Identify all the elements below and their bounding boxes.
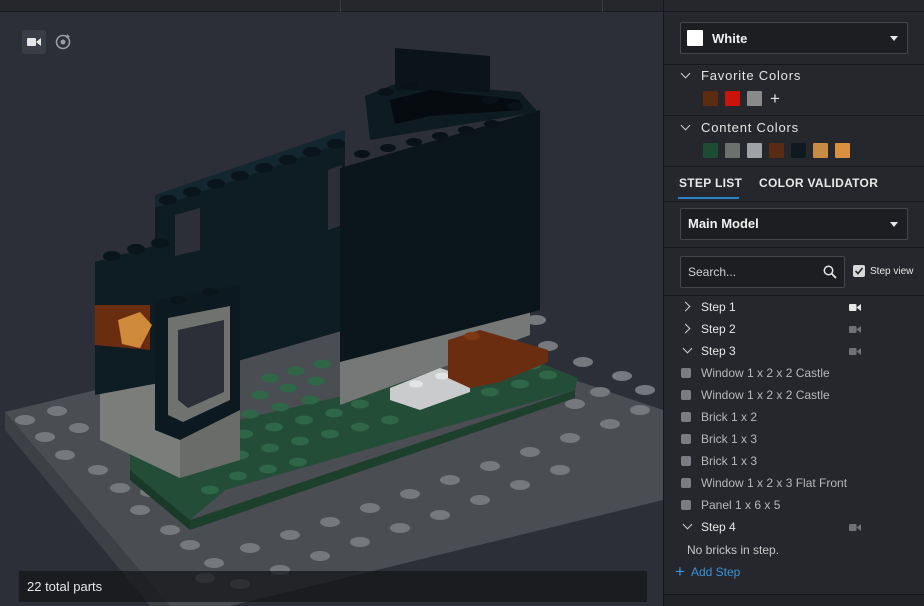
search-box	[680, 256, 845, 288]
favorite-colors-title: Favorite Colors	[701, 68, 802, 83]
part-row[interactable]: Brick 1 x 3	[664, 428, 924, 450]
step-list: Step 1 Step 2 Step 3 Window 1 x 2 x 2 Ca…	[664, 296, 924, 538]
part-row[interactable]: Window 1 x 2 x 2 Castle	[664, 362, 924, 384]
active-tab-indicator	[678, 197, 739, 199]
content-colors-swatches	[703, 143, 857, 158]
chevron-right-icon[interactable]	[680, 323, 691, 334]
part-row[interactable]: Window 1 x 2 x 3 Flat Front	[664, 472, 924, 494]
brick-icon	[681, 500, 691, 510]
selected-color-name: White	[712, 30, 748, 46]
step-view-checkbox[interactable]	[853, 265, 865, 277]
step-row[interactable]: Step 4	[664, 516, 924, 538]
chevron-right-icon[interactable]	[680, 301, 691, 312]
color-swatch[interactable]	[769, 143, 784, 158]
color-swatch[interactable]	[725, 143, 740, 158]
lego-builder-app: 22 total parts White Favorite Colors + C…	[0, 0, 924, 606]
part-label: Window 1 x 2 x 3 Flat Front	[701, 476, 848, 490]
brick-icon	[681, 412, 691, 422]
part-row[interactable]: Window 1 x 2 x 2 Castle	[664, 384, 924, 406]
camera-icon[interactable]	[849, 523, 861, 532]
part-label: Window 1 x 2 x 2 Castle	[701, 366, 830, 380]
part-label: Window 1 x 2 x 2 Castle	[701, 388, 830, 402]
brick-icon	[681, 434, 691, 444]
selected-color-swatch	[687, 30, 703, 46]
step-row[interactable]: Step 3	[664, 340, 924, 362]
3d-viewport[interactable]: 22 total parts	[0, 0, 663, 606]
color-swatch[interactable]	[703, 143, 718, 158]
reset-view-icon[interactable]	[51, 30, 75, 54]
checkmark-icon	[854, 267, 864, 275]
step-view-toggle[interactable]: Step view	[853, 265, 913, 277]
color-swatch[interactable]	[813, 143, 828, 158]
part-label: Brick 1 x 2	[701, 410, 758, 424]
camera-icon[interactable]	[849, 303, 861, 312]
search-input[interactable]	[681, 257, 811, 287]
panel-top-strip	[664, 0, 924, 12]
panel-bottom-toolbar	[664, 594, 924, 606]
content-colors-title: Content Colors	[701, 120, 799, 135]
color-swatch[interactable]	[703, 91, 718, 106]
panel-tabs: STEP LIST COLOR VALIDATOR	[664, 172, 924, 202]
parts-count-bar: 22 total parts	[19, 571, 647, 602]
viewport-top-bar	[0, 0, 663, 12]
chevron-down-icon	[680, 120, 691, 131]
brick-icon	[681, 390, 691, 400]
step-view-label: Step view	[870, 265, 914, 277]
chevron-down-icon[interactable]	[682, 343, 693, 354]
chevron-down-icon	[890, 222, 898, 227]
search-icon[interactable]	[823, 265, 837, 279]
model-dropdown-value: Main Model	[688, 216, 759, 231]
part-row[interactable]: Panel 1 x 6 x 5	[664, 494, 924, 516]
part-row[interactable]: Brick 1 x 3	[664, 450, 924, 472]
part-row[interactable]: Brick 1 x 2	[664, 406, 924, 428]
part-label: Brick 1 x 3	[701, 432, 758, 446]
empty-step-message: No bricks in step.	[687, 543, 780, 557]
camera-icon[interactable]	[849, 325, 861, 334]
step-label: Step 4	[701, 520, 736, 534]
step-label: Step 3	[701, 344, 736, 358]
favorite-colors-header[interactable]: Favorite Colors	[680, 68, 802, 83]
part-label: Panel 1 x 6 x 5	[701, 498, 781, 512]
plus-icon: +	[675, 562, 685, 581]
favorite-colors-swatches: +	[703, 90, 780, 107]
chevron-down-icon[interactable]	[682, 519, 693, 530]
color-swatch[interactable]	[747, 143, 762, 158]
brick-icon	[681, 368, 691, 378]
tab-step-list[interactable]: STEP LIST	[679, 176, 742, 190]
chevron-down-icon	[680, 68, 691, 79]
brick-icon	[681, 456, 691, 466]
tab-color-validator[interactable]: COLOR VALIDATOR	[759, 176, 878, 190]
model-render[interactable]	[0, 0, 663, 606]
color-swatch[interactable]	[725, 91, 740, 106]
model-dropdown[interactable]: Main Model	[680, 208, 908, 240]
camera-icon[interactable]	[849, 347, 861, 356]
content-colors-header[interactable]: Content Colors	[680, 120, 799, 135]
brick-icon	[681, 478, 691, 488]
add-favorite-color-button[interactable]: +	[770, 90, 780, 107]
color-dropdown[interactable]: White	[680, 22, 908, 54]
color-swatch[interactable]	[835, 143, 850, 158]
parts-count: 22 total parts	[27, 579, 103, 594]
add-step-label: Add Step	[690, 565, 741, 579]
step-row[interactable]: Step 1	[664, 296, 924, 318]
part-label: Brick 1 x 3	[701, 454, 758, 468]
step-label: Step 1	[701, 300, 736, 314]
add-step-button[interactable]: + Add Step	[675, 562, 741, 581]
step-row[interactable]: Step 2	[664, 318, 924, 340]
right-panel: White Favorite Colors + Content Colors S…	[663, 0, 924, 606]
step-label: Step 2	[701, 322, 736, 336]
camera-icon[interactable]	[22, 30, 46, 54]
color-swatch[interactable]	[747, 91, 762, 106]
chevron-down-icon	[890, 36, 898, 41]
color-swatch[interactable]	[791, 143, 806, 158]
